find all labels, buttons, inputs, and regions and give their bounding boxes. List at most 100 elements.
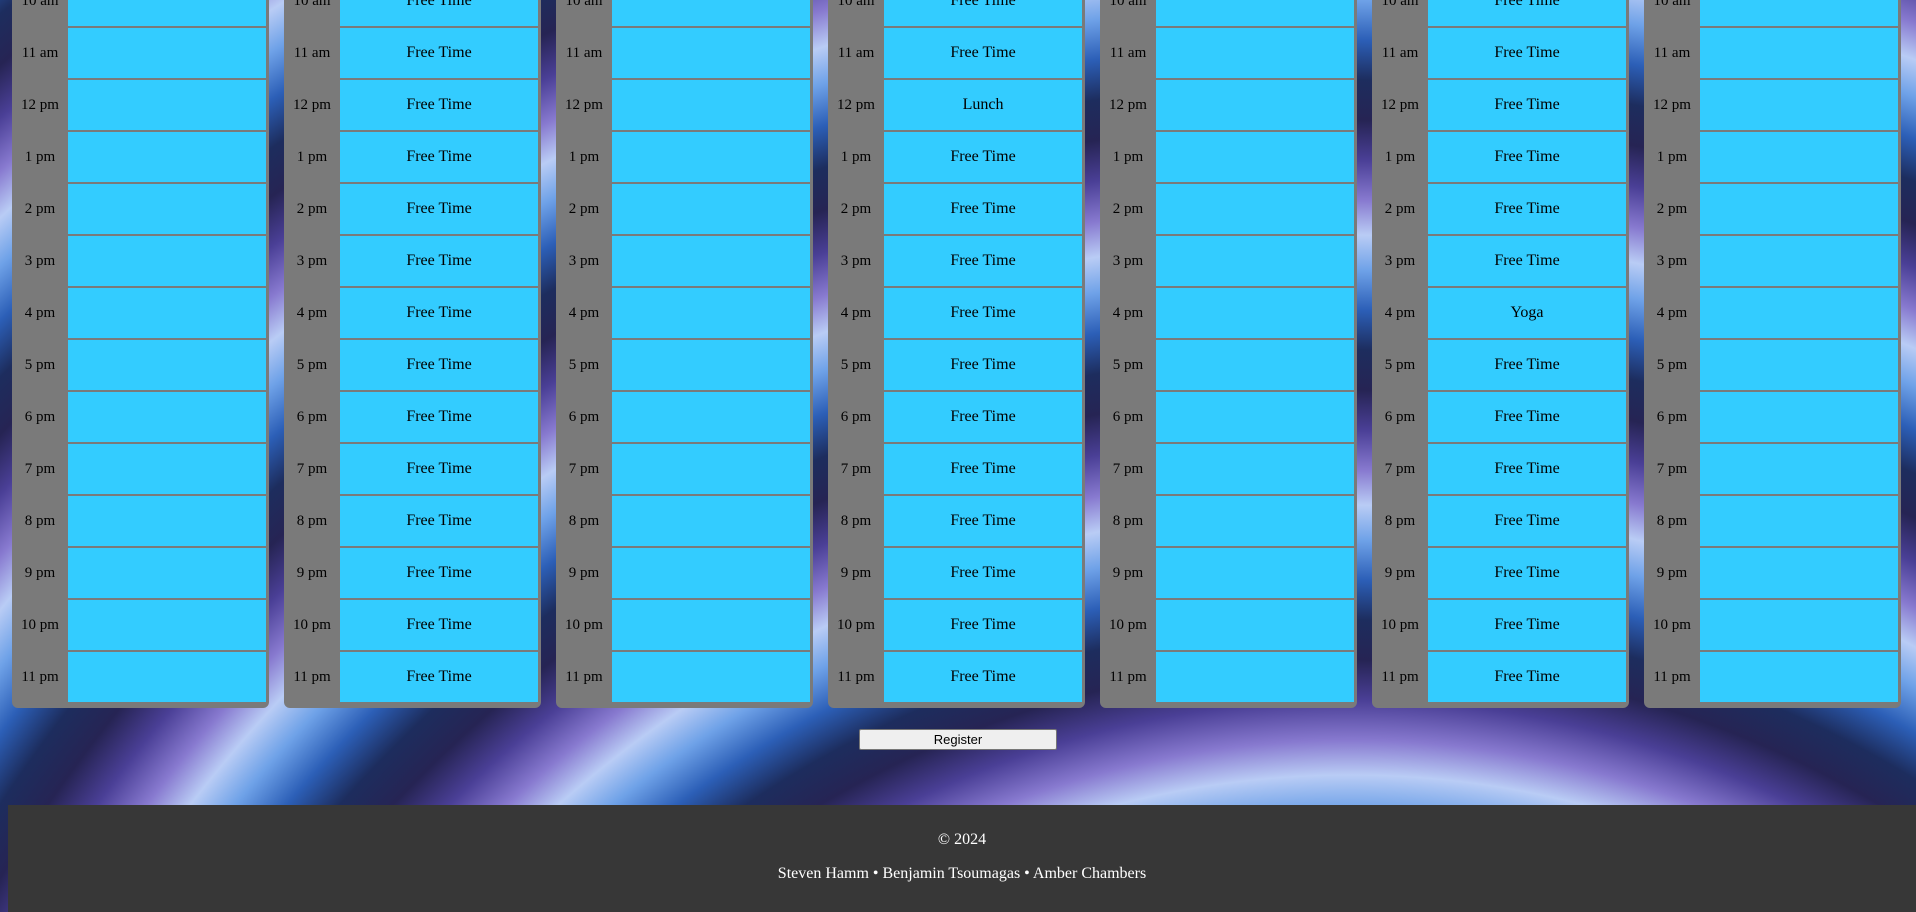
schedule-slot[interactable] (1700, 80, 1898, 130)
schedule-slot[interactable] (68, 184, 266, 234)
schedule-slot[interactable] (612, 184, 810, 234)
schedule-slot[interactable]: Free Time (1428, 392, 1626, 442)
schedule-slot[interactable]: Free Time (884, 496, 1082, 546)
schedule-slot[interactable]: Free Time (884, 548, 1082, 598)
schedule-slot[interactable] (612, 80, 810, 130)
schedule-slot[interactable] (1156, 288, 1354, 338)
schedule-slot[interactable] (68, 496, 266, 546)
schedule-slot[interactable] (68, 600, 266, 650)
schedule-slot[interactable]: Free Time (1428, 0, 1626, 26)
schedule-slot[interactable]: Free Time (340, 652, 538, 702)
schedule-slot[interactable] (612, 28, 810, 78)
schedule-slot[interactable] (1156, 340, 1354, 390)
schedule-slot[interactable] (1156, 80, 1354, 130)
schedule-slot[interactable] (1700, 288, 1898, 338)
schedule-slot[interactable] (1700, 28, 1898, 78)
schedule-slot[interactable] (1700, 548, 1898, 598)
schedule-slot[interactable] (1700, 652, 1898, 702)
schedule-slot[interactable] (612, 496, 810, 546)
schedule-slot[interactable] (68, 28, 266, 78)
schedule-slot[interactable] (612, 392, 810, 442)
schedule-slot[interactable]: Free Time (884, 184, 1082, 234)
schedule-slot[interactable] (1156, 28, 1354, 78)
schedule-slot[interactable] (1156, 496, 1354, 546)
schedule-slot[interactable] (612, 132, 810, 182)
schedule-slot[interactable]: Free Time (340, 600, 538, 650)
schedule-slot[interactable] (68, 0, 266, 26)
schedule-slot[interactable] (68, 340, 266, 390)
schedule-slot[interactable] (68, 392, 266, 442)
schedule-slot[interactable]: Free Time (1428, 496, 1626, 546)
schedule-slot[interactable] (1700, 392, 1898, 442)
schedule-slot[interactable]: Free Time (340, 132, 538, 182)
schedule-slot[interactable] (1156, 548, 1354, 598)
schedule-slot[interactable]: Free Time (340, 444, 538, 494)
schedule-slot[interactable] (1700, 184, 1898, 234)
schedule-slot[interactable]: Free Time (1428, 548, 1626, 598)
schedule-slot[interactable] (612, 340, 810, 390)
schedule-slot[interactable]: Free Time (340, 548, 538, 598)
schedule-slot[interactable]: Free Time (884, 132, 1082, 182)
schedule-slot[interactable]: Lunch (884, 80, 1082, 130)
schedule-slot[interactable]: Free Time (1428, 600, 1626, 650)
schedule-slot[interactable] (68, 236, 266, 286)
schedule-slot[interactable]: Free Time (1428, 444, 1626, 494)
schedule-slot[interactable] (612, 600, 810, 650)
schedule-slot[interactable]: Free Time (1428, 652, 1626, 702)
schedule-slot[interactable] (1700, 496, 1898, 546)
schedule-slot[interactable] (1700, 236, 1898, 286)
schedule-slot[interactable]: Free Time (884, 236, 1082, 286)
schedule-slot[interactable]: Free Time (1428, 184, 1626, 234)
schedule-slot[interactable]: Free Time (884, 288, 1082, 338)
schedule-slot[interactable]: Free Time (884, 392, 1082, 442)
schedule-slot[interactable] (612, 652, 810, 702)
schedule-slot[interactable]: Free Time (1428, 236, 1626, 286)
schedule-slot[interactable] (1156, 132, 1354, 182)
schedule-slot[interactable]: Free Time (340, 496, 538, 546)
schedule-slot[interactable] (612, 548, 810, 598)
schedule-slot[interactable]: Free Time (1428, 80, 1626, 130)
schedule-slot[interactable] (68, 652, 266, 702)
schedule-slot[interactable]: Free Time (1428, 132, 1626, 182)
schedule-slot[interactable] (68, 548, 266, 598)
schedule-slot[interactable] (68, 444, 266, 494)
time-label: 7 pm (1112, 460, 1144, 477)
schedule-slot[interactable]: Free Time (1428, 340, 1626, 390)
schedule-slot[interactable]: Free Time (340, 288, 538, 338)
schedule-slot[interactable] (1156, 236, 1354, 286)
schedule-slot[interactable] (1700, 132, 1898, 182)
schedule-slot[interactable] (1700, 340, 1898, 390)
schedule-slot[interactable]: Free Time (884, 600, 1082, 650)
schedule-slot[interactable] (68, 132, 266, 182)
schedule-slot[interactable]: Yoga (1428, 288, 1626, 338)
schedule-slot[interactable]: Free Time (340, 236, 538, 286)
schedule-slot[interactable] (1156, 652, 1354, 702)
schedule-slot[interactable]: Free Time (340, 392, 538, 442)
schedule-slot[interactable]: Free Time (340, 28, 538, 78)
schedule-slot[interactable]: Free Time (340, 80, 538, 130)
schedule-slot[interactable]: Free Time (340, 0, 538, 26)
schedule-slot[interactable]: Free Time (884, 444, 1082, 494)
schedule-slot[interactable] (68, 80, 266, 130)
register-button[interactable]: Register (859, 729, 1057, 750)
schedule-slot[interactable] (1156, 600, 1354, 650)
schedule-slot[interactable]: Free Time (340, 184, 538, 234)
schedule-slot[interactable] (1156, 444, 1354, 494)
schedule-slot[interactable] (1156, 0, 1354, 26)
schedule-slot[interactable] (612, 288, 810, 338)
schedule-slot[interactable] (1156, 392, 1354, 442)
schedule-slot[interactable]: Free Time (340, 340, 538, 390)
schedule-slot[interactable] (1156, 184, 1354, 234)
schedule-slot[interactable] (1700, 600, 1898, 650)
schedule-slot[interactable] (1700, 444, 1898, 494)
schedule-slot[interactable] (1700, 0, 1898, 26)
schedule-slot[interactable]: Free Time (884, 28, 1082, 78)
schedule-slot[interactable]: Free Time (884, 652, 1082, 702)
schedule-slot[interactable]: Free Time (884, 0, 1082, 26)
schedule-slot[interactable] (68, 288, 266, 338)
schedule-slot[interactable]: Free Time (1428, 28, 1626, 78)
schedule-slot[interactable] (612, 444, 810, 494)
schedule-slot[interactable] (612, 236, 810, 286)
schedule-slot[interactable] (612, 0, 810, 26)
schedule-slot[interactable]: Free Time (884, 340, 1082, 390)
